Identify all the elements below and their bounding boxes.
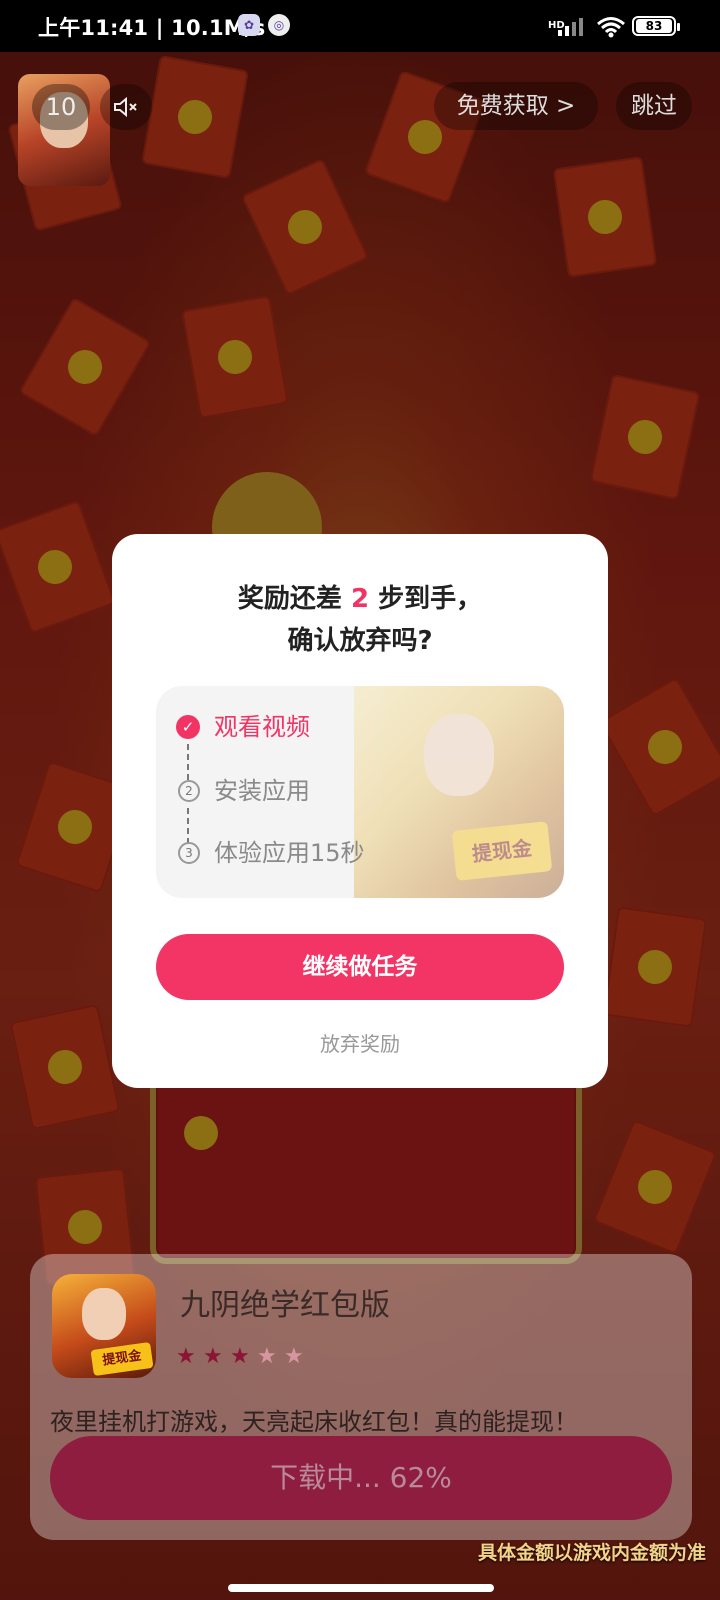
star-icon: ★	[176, 1344, 196, 1369]
step-connector	[187, 808, 189, 844]
status-time: 上午11:41 | 10.1M/s	[38, 16, 266, 40]
promo-badge: 提现金	[451, 821, 553, 881]
wifi-icon	[597, 17, 625, 38]
star-icon: ★	[284, 1344, 304, 1369]
step-connector	[187, 744, 189, 780]
star-icon: ★	[230, 1344, 250, 1369]
game-promo-image: 提现金	[354, 686, 564, 898]
remaining-steps-count: 2	[350, 584, 370, 614]
app-description: 夜里挂机打游戏，天亮起床收红包！真的能提现！	[50, 1408, 578, 1436]
status-bar: 上午11:41 | 10.1M/s ✿ ◎ HD 83	[0, 0, 720, 52]
app-name: 九阴绝学红包版	[180, 1288, 390, 1323]
rating-stars: ★ ★ ★ ★ ★	[176, 1346, 311, 1368]
notification-app-icon: ✿	[238, 14, 260, 36]
app-icon[interactable]: 提现金	[52, 1274, 156, 1378]
step-label: 观看视频	[214, 713, 310, 741]
step-label: 体验应用15秒	[214, 839, 365, 867]
dialog-title: 奖励还差 2 步到手， 确认放弃吗?	[237, 584, 483, 656]
amount-disclaimer: 具体金额以游戏内金额为准	[477, 1542, 706, 1564]
check-icon: ✓	[176, 715, 200, 739]
app-download-card: 提现金 九阴绝学红包版 ★ ★ ★ ★ ★ 夜里挂机打游戏，天亮起床收红包！真的能提现！…	[30, 1254, 692, 1540]
abandon-confirm-dialog: 奖励还差 2 步到手， 确认放弃吗? 提现金 ✓ 观看视频 2 安装应用 3 体…	[112, 534, 608, 1088]
step-label: 安装应用	[214, 777, 310, 805]
give-up-reward-link[interactable]: 放弃奖励	[112, 1028, 608, 1057]
countdown-timer: 10	[32, 84, 90, 130]
step-number-icon: 2	[178, 780, 200, 802]
signal-icon	[558, 18, 583, 36]
continue-task-button[interactable]: 继续做任务	[156, 934, 564, 1000]
speaker-muted-icon	[114, 96, 137, 118]
battery-icon: 83	[632, 16, 680, 36]
free-get-button[interactable]: 免费获取 >	[434, 82, 598, 130]
battery-level: 83	[636, 19, 672, 33]
app-icon-badge: 提现金	[90, 1341, 154, 1377]
skip-button[interactable]: 跳过	[616, 82, 692, 130]
step-number-icon: 3	[178, 842, 200, 864]
star-icon: ★	[203, 1344, 223, 1369]
mute-button[interactable]	[100, 84, 152, 130]
task-steps-panel: 提现金 ✓ 观看视频 2 安装应用 3 体验应用15秒	[156, 686, 564, 898]
download-progress-button[interactable]: 下载中... 62%	[50, 1436, 672, 1520]
star-icon: ★	[257, 1344, 277, 1369]
notification-app-icon: ◎	[268, 14, 290, 36]
home-indicator[interactable]	[228, 1584, 494, 1592]
